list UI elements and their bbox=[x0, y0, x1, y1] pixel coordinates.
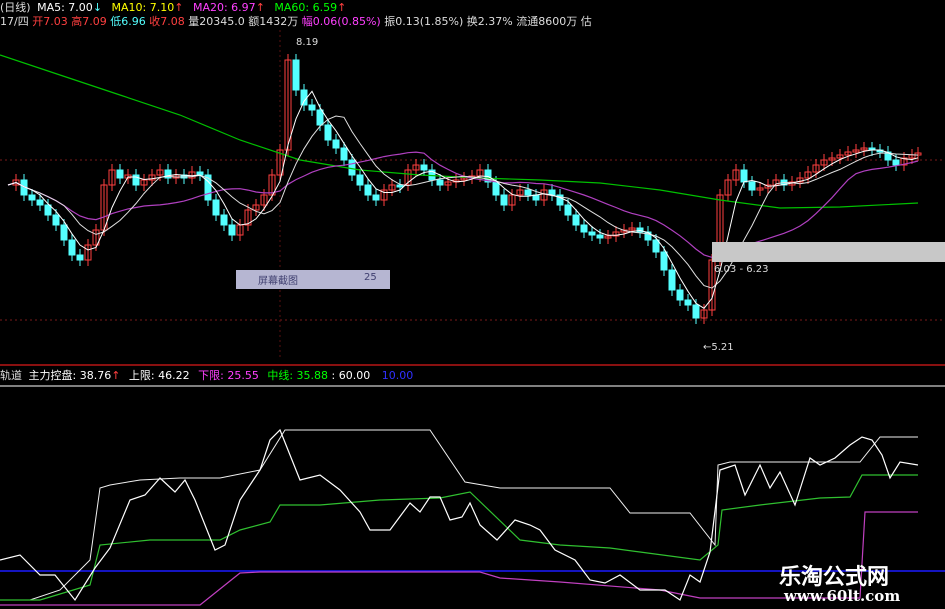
range-overlay bbox=[712, 242, 945, 262]
candle-body bbox=[572, 214, 580, 226]
candle-body bbox=[332, 139, 340, 149]
watermark-url: www.60lt.com bbox=[784, 587, 901, 605]
candle-body bbox=[116, 169, 124, 179]
ma10-line bbox=[7, 115, 919, 289]
lower-value: 下限: 25.55 bbox=[198, 369, 259, 382]
const10-value: 10.00 bbox=[381, 369, 414, 382]
high-price-label: 8.19 bbox=[296, 37, 319, 48]
candle-body bbox=[68, 239, 76, 256]
mid-value: 中线: 35.88 bbox=[267, 369, 329, 382]
screenshot-overlay: 屏幕截图 25 bbox=[236, 270, 390, 289]
candle-body bbox=[588, 231, 596, 236]
candle-body bbox=[684, 299, 692, 306]
candle-body bbox=[660, 251, 668, 271]
indicator-header: 轨道 主力控盘: 38.76↑ 上限: 46.22 下限: 25.55 中线: … bbox=[0, 369, 413, 382]
price-chart[interactable] bbox=[0, 0, 945, 609]
price-grid bbox=[0, 30, 945, 360]
candle-body bbox=[740, 169, 748, 183]
candle-body bbox=[356, 174, 364, 186]
panel-separator bbox=[0, 364, 945, 366]
candle-body bbox=[500, 194, 508, 206]
candle-body bbox=[36, 199, 44, 206]
main-control-value: 主力控盘: 38.76 bbox=[28, 369, 112, 382]
candle-body bbox=[220, 214, 228, 226]
overlay-number: 25 bbox=[364, 272, 377, 283]
candle-body bbox=[580, 224, 588, 233]
upper-value: 上限: 46.22 bbox=[128, 369, 190, 382]
candlesticks bbox=[12, 54, 922, 324]
candle-body bbox=[228, 224, 236, 236]
range-label: 6.03 - 6.23 bbox=[714, 264, 769, 275]
candle-body bbox=[348, 159, 356, 176]
candle-body bbox=[28, 194, 36, 201]
candle-body bbox=[308, 104, 316, 111]
candle-body bbox=[364, 184, 372, 196]
candle-body bbox=[596, 234, 604, 239]
candle-body bbox=[340, 147, 348, 161]
candle-body bbox=[372, 194, 380, 201]
candle-body bbox=[420, 164, 428, 171]
main-control-arrow: ↑ bbox=[111, 369, 121, 382]
low-price-label: ←5.21 bbox=[703, 342, 734, 353]
candle-body bbox=[316, 109, 324, 126]
candle-body bbox=[524, 189, 532, 196]
candle-body bbox=[692, 304, 700, 319]
indicator-name: 轨道 bbox=[0, 369, 22, 382]
candle-body bbox=[212, 199, 220, 216]
candle-body bbox=[492, 181, 500, 196]
candle-body bbox=[892, 159, 900, 166]
candle-body bbox=[668, 269, 676, 291]
candle-body bbox=[396, 184, 404, 188]
candle-body bbox=[652, 239, 660, 253]
ma5-line bbox=[7, 90, 919, 309]
candle-body bbox=[300, 89, 308, 106]
candle-body bbox=[60, 224, 68, 241]
candle-body bbox=[676, 289, 684, 301]
candle-body bbox=[44, 204, 52, 216]
candle-body bbox=[76, 254, 84, 261]
candle-body bbox=[564, 204, 572, 216]
const60-value: : 60.00 bbox=[331, 369, 371, 382]
candle-body bbox=[748, 181, 756, 191]
candle-body bbox=[324, 124, 332, 141]
candle-body bbox=[436, 179, 444, 186]
candle-body bbox=[292, 59, 300, 91]
candle-body bbox=[52, 214, 60, 226]
overlay-text: 屏幕截图 bbox=[258, 276, 298, 287]
